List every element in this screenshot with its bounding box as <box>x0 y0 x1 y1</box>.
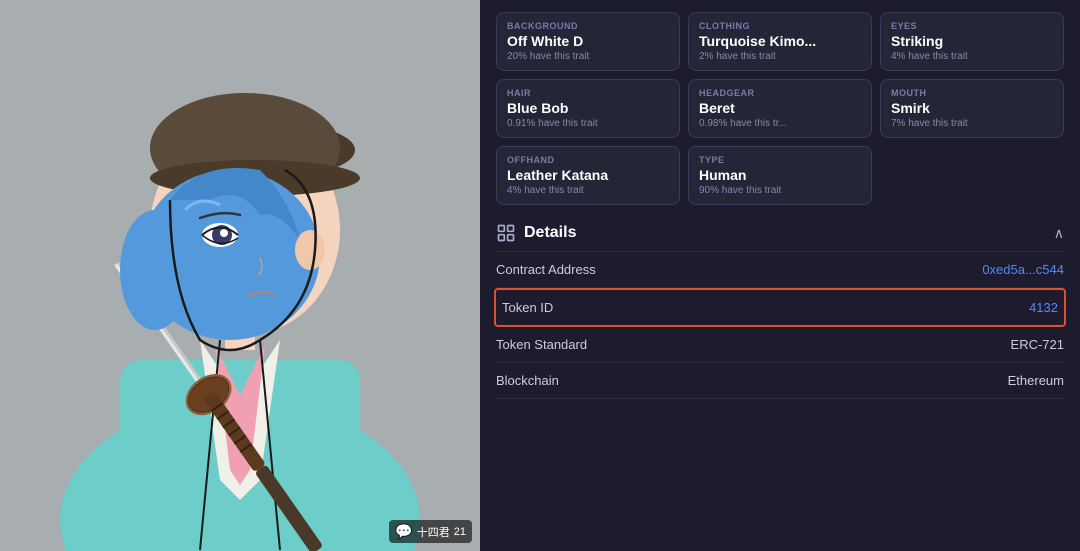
trait-card: EYES Striking 4% have this trait <box>880 12 1064 71</box>
trait-category: BACKGROUND <box>507 21 669 31</box>
trait-rarity: 90% have this trait <box>699 185 861 196</box>
trait-card: CLOTHING Turquoise Kimo... 2% have this tr… <box>688 12 872 71</box>
trait-value: Turquoise Kimo... <box>699 33 861 49</box>
trait-rarity: 7% have this trait <box>891 118 1053 129</box>
details-header-left: Details <box>496 223 576 243</box>
wechat-icon: 💬 <box>395 523 412 540</box>
trait-value: Off White D <box>507 33 669 49</box>
trait-rarity: 20% have this trait <box>507 51 669 62</box>
detail-label: Token Standard <box>496 337 587 352</box>
details-section: Details ∧ Contract Address 0xed5a...c544 T… <box>496 215 1064 399</box>
trait-category: HAIR <box>507 88 669 98</box>
detail-value: ERC-721 <box>1011 337 1064 352</box>
trait-value: Smirk <box>891 100 1053 116</box>
wechat-username: 十四君 <box>417 524 450 540</box>
trait-card: TYPE Human 90% have this trait <box>688 146 872 205</box>
trait-category: CLOTHING <box>699 21 861 31</box>
detail-value: 4132 <box>1029 300 1058 315</box>
trait-category: EYES <box>891 21 1053 31</box>
trait-card: MOUTH Smirk 7% have this trait <box>880 79 1064 138</box>
trait-category: TYPE <box>699 155 861 165</box>
trait-rarity: 2% have this trait <box>699 51 861 62</box>
trait-value: Human <box>699 167 861 183</box>
details-title: Details <box>524 224 576 242</box>
details-grid-icon <box>496 223 516 243</box>
trait-rarity: 4% have this trait <box>891 51 1053 62</box>
trait-card: BACKGROUND Off White D 20% have this trait <box>496 12 680 71</box>
detail-label: Token ID <box>502 300 553 315</box>
trait-value: Beret <box>699 100 861 116</box>
trait-card: HEADGEAR Beret 0.98% have this tr... <box>688 79 872 138</box>
trait-rarity: 0.91% have this trait <box>507 118 669 129</box>
traits-grid: BACKGROUND Off White D 20% have this trait… <box>496 12 1064 205</box>
trait-category: MOUTH <box>891 88 1053 98</box>
trait-card: OFFHAND Leather Katana 4% have this trait <box>496 146 680 205</box>
detail-row: Contract Address 0xed5a...c544 <box>496 252 1064 288</box>
details-header[interactable]: Details ∧ <box>496 215 1064 252</box>
trait-rarity: 0.98% have this tr... <box>699 118 861 129</box>
detail-label: Blockchain <box>496 373 559 388</box>
detail-value: Ethereum <box>1008 373 1064 388</box>
right-panel: BACKGROUND Off White D 20% have this trait… <box>480 0 1080 551</box>
trait-category: HEADGEAR <box>699 88 861 98</box>
detail-label: Contract Address <box>496 262 596 277</box>
detail-row: Blockchain Ethereum <box>496 363 1064 399</box>
wechat-number: 21 <box>454 526 466 538</box>
detail-row: Token ID 4132 <box>494 288 1066 327</box>
trait-rarity: 4% have this trait <box>507 185 669 196</box>
detail-row: Token Standard ERC-721 <box>496 327 1064 363</box>
trait-card: HAIR Blue Bob 0.91% have this trait <box>496 79 680 138</box>
wechat-watermark: 💬 十四君 21 <box>389 520 472 543</box>
chevron-up-icon: ∧ <box>1054 225 1064 242</box>
details-rows: Contract Address 0xed5a...c544 Token ID 413… <box>496 252 1064 399</box>
detail-value: 0xed5a...c544 <box>982 262 1064 277</box>
trait-value: Striking <box>891 33 1053 49</box>
trait-value: Blue Bob <box>507 100 669 116</box>
trait-category: OFFHAND <box>507 155 669 165</box>
trait-value: Leather Katana <box>507 167 669 183</box>
nft-image-panel: 💬 十四君 21 <box>0 0 480 551</box>
